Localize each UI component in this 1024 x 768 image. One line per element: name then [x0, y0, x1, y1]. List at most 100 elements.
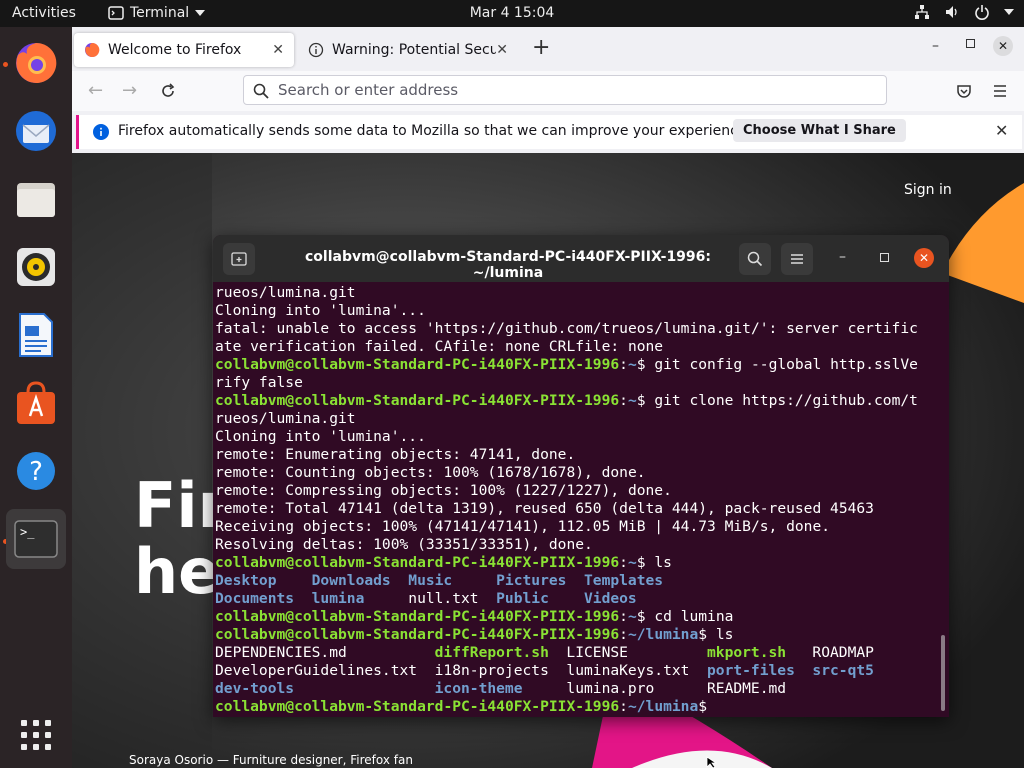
forward-arrow-icon[interactable]: →: [122, 80, 137, 101]
terminal-line: rueos/lumina.git: [215, 410, 935, 428]
minimize-button[interactable]: –: [839, 249, 846, 265]
output-text: rueos/lumina.git: [215, 284, 356, 301]
close-window-button[interactable]: ✕: [993, 36, 1013, 56]
show-applications-button[interactable]: [10, 709, 62, 761]
prompt-user-host: collabvm@collabvm-Standard-PC-i440FX-PII…: [215, 608, 620, 625]
prompt-symbol: $: [698, 698, 716, 715]
output-text: remote: Enumerating objects: 47141, done…: [215, 446, 576, 463]
dock-files[interactable]: [10, 173, 62, 225]
minimize-button[interactable]: –: [932, 38, 939, 54]
navigation-toolbar: ← → Search or enter address: [72, 71, 1024, 111]
output-text: Resolving deltas: 100% (33351/33351), do…: [215, 536, 593, 553]
command-text: git clone https://github.com/t: [654, 392, 918, 409]
prompt-separator: :: [619, 626, 628, 643]
hamburger-menu-icon: [791, 254, 803, 264]
dock-help[interactable]: ?: [10, 445, 62, 497]
ls-entry: Public: [496, 590, 549, 607]
prompt-separator: :: [619, 356, 628, 373]
output-text: Receiving objects: 100% (47141/47141), 1…: [215, 518, 831, 535]
output-text: rify false: [215, 374, 303, 391]
hero-heading-line2: he: [134, 535, 221, 608]
ls-entry: DeveloperGuidelines.txt: [215, 662, 418, 679]
close-tab-icon[interactable]: ✕: [496, 42, 508, 58]
clock[interactable]: Mar 4 15:04: [470, 5, 555, 21]
dock-firefox[interactable]: [10, 37, 62, 89]
terminal-window[interactable]: collabvm@collabvm-Standard-PC-i440FX-PII…: [213, 235, 949, 717]
terminal-line: Desktop Downloads Music Pictures Templates: [215, 572, 935, 590]
dock-thunderbird[interactable]: [10, 105, 62, 157]
ls-entry: port-files: [707, 662, 795, 679]
url-bar[interactable]: Search or enter address: [243, 75, 887, 105]
notification-text: Firefox automatically sends some data to…: [118, 123, 751, 139]
close-icon[interactable]: ✕: [995, 121, 1008, 140]
system-tray[interactable]: [914, 4, 1014, 20]
terminal-line: Receiving objects: 100% (47141/47141), 1…: [215, 518, 935, 536]
prompt-user-host: collabvm@collabvm-Standard-PC-i440FX-PII…: [215, 698, 620, 715]
terminal-line: remote: Counting objects: 100% (1678/167…: [215, 464, 935, 482]
prompt-path: ~/lumina: [627, 698, 699, 715]
tab-warning[interactable]: Warning: Potential Security Risk Ahead ✕: [298, 33, 518, 67]
shopping-bag-icon: [17, 381, 55, 424]
clock-container: Mar 4 15:04: [0, 5, 1024, 21]
new-tab-icon: [231, 252, 247, 266]
close-window-button[interactable]: ✕: [914, 248, 934, 268]
choose-what-i-share-button[interactable]: Choose What I Share: [733, 119, 906, 142]
prompt-path: ~: [627, 356, 637, 373]
pocket-icon[interactable]: [956, 83, 972, 99]
terminal-icon: >_: [14, 520, 58, 558]
prompt-symbol: $: [636, 554, 655, 571]
chevron-down-icon: [1004, 9, 1014, 15]
volume-icon: [946, 6, 957, 18]
ls-entry: Templates: [584, 572, 664, 589]
reload-icon[interactable]: [160, 83, 176, 99]
search-button[interactable]: [739, 243, 771, 275]
prompt-separator: :: [619, 554, 628, 571]
hamburger-menu-icon[interactable]: [992, 83, 1008, 99]
output-text: remote: Counting objects: 100% (1678/167…: [215, 464, 646, 481]
dock-writer[interactable]: [10, 309, 62, 361]
sign-in-link[interactable]: Sign in: [904, 182, 952, 198]
ls-entry: i18n-projects: [434, 662, 549, 679]
terminal-line: ate verification failed. CAfile: none CR…: [215, 338, 935, 356]
maximize-button[interactable]: [966, 39, 975, 48]
prompt-user-host: collabvm@collabvm-Standard-PC-i440FX-PII…: [215, 356, 620, 373]
menu-button[interactable]: [781, 243, 813, 275]
output-text: Cloning into 'lumina'...: [215, 302, 426, 319]
terminal-line: dev-tools icon-theme lumina.pro README.md: [215, 680, 935, 698]
ls-entry: dev-tools: [215, 680, 295, 697]
tab-bar: Welcome to Firefox ✕ Warning: Potential …: [72, 27, 1024, 71]
terminal-line: Resolving deltas: 100% (33351/33351), do…: [215, 536, 935, 554]
terminal-output[interactable]: rueos/lumina.git Cloning into 'lumina'...…: [215, 284, 935, 716]
prompt-separator: :: [619, 608, 628, 625]
terminal-line: Documents lumina null.txt Public Videos: [215, 590, 935, 608]
maximize-button[interactable]: [880, 253, 889, 262]
back-arrow-icon[interactable]: ←: [88, 80, 103, 101]
command-text: cd lumina: [654, 608, 734, 625]
info-icon: [93, 124, 109, 140]
ls-entry: Downloads: [311, 572, 391, 589]
terminal-title: collabvm@collabvm-Standard-PC-i440FX-PII…: [304, 249, 712, 281]
network-icon: [915, 5, 929, 19]
tab-welcome[interactable]: Welcome to Firefox ✕: [74, 33, 294, 67]
mouse-cursor-icon: [706, 756, 718, 768]
close-tab-icon[interactable]: ✕: [272, 42, 284, 58]
ls-entry: README.md: [707, 680, 787, 697]
dock-rhythmbox[interactable]: [10, 241, 62, 293]
power-icon: [975, 5, 989, 20]
new-tab-button[interactable]: +: [532, 35, 550, 60]
command-text: ls: [654, 554, 672, 571]
prompt-path: ~: [627, 608, 637, 625]
terminal-line: DeveloperGuidelines.txt i18n-projects lumi…: [215, 662, 935, 680]
output-text: remote: Compressing objects: 100% (1227/…: [215, 482, 672, 499]
document-icon: [19, 313, 53, 357]
new-tab-button[interactable]: [223, 243, 255, 275]
firefox-icon: [16, 42, 57, 83]
ls-entry: LICENSE: [566, 644, 628, 661]
terminal-scrollbar[interactable]: [941, 635, 945, 711]
dock-terminal[interactable]: >_: [6, 509, 66, 569]
command-text: ls: [715, 626, 734, 643]
tab-label: Welcome to Firefox: [108, 42, 242, 58]
ls-entry: Pictures: [496, 572, 567, 589]
help-icon: ?: [17, 452, 55, 490]
dock-software[interactable]: [10, 377, 62, 429]
